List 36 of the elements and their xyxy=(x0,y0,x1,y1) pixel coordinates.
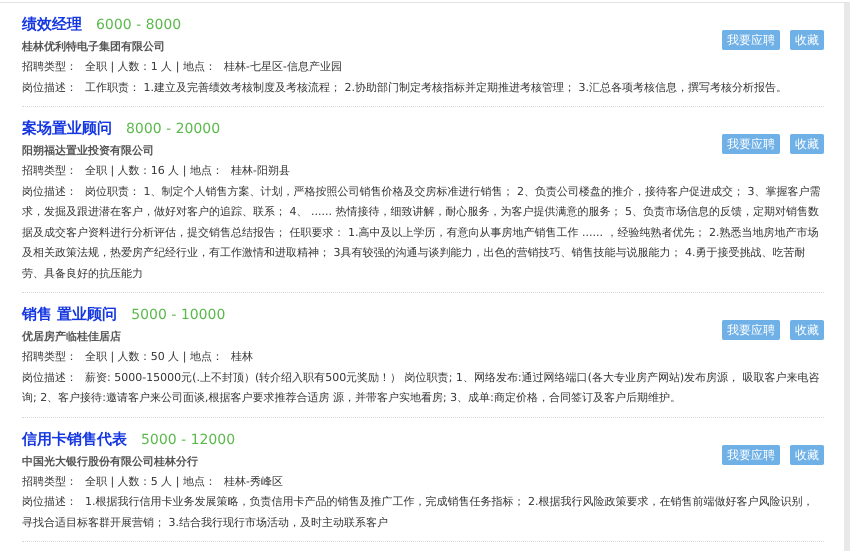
apply-button[interactable]: 我要应聘 xyxy=(722,134,780,154)
save-button[interactable]: 收藏 xyxy=(790,444,824,464)
job-info: 全职 | 人数：16 人 | 地点： xyxy=(85,164,223,177)
salary-range: 5000 - 12000 xyxy=(141,432,236,448)
save-button[interactable]: 收藏 xyxy=(790,30,824,50)
job-description: 岗位描述： 工作职责： 1.建立及完善绩效考核制度及考核流程； 2.协助部门制定考核指标并定期推进考核管理； 3.汇总各项考核信息，撰写考核分析报告。 xyxy=(22,80,788,96)
job-title[interactable]: 销售 置业顾问 xyxy=(22,305,118,324)
company-name: 中国光大银行股份有限公司桂林分行 xyxy=(22,454,199,470)
job-description: 岗位描述： 岗位职责： 1、制定个人销售方案、计划，严格按照公司销售价格及交房标准进行销售； 2、负责公司楼盘的推介，接待客户促进成交； 3、掌握客户需求，发掘及跟进潜在客户，做好对客户的追踪、联系； 4、 ...... 热情接待，细致讲解，耐心服务，为客户提供满意的服务； 5、负责市场信息的反馈，定期对销售数据及成交客户资料进行分析评估，提交销售总结报告； 任职要求： 1.高中及以上学历，有意向从事房地产销售工作 ...... ，经验纯熟者优先； 2.熟悉当地房地产市场及相关政策法规，热爱房产纪经行业，有工作激情和进取精神； 3具有较强的沟通与谈判能力，出色的营销技巧、销售技能与说服能力； 4.勇于接受挑战、吃苦耐劳、具备良好的抗压能力 xyxy=(22,184,822,282)
company-name: 优居房产临桂佳居店 xyxy=(22,329,122,345)
salary-range: 8000 - 20000 xyxy=(126,121,220,137)
type-label: 招聘类型： xyxy=(22,350,77,363)
type-label: 招聘类型： xyxy=(22,60,77,73)
job-description: 岗位描述： 1.根据我行信用卡业务发展策略，负责信用卡产品的销售及推广工作，完成销售任务指标； 2.根据我行风险政策要求，在销售前端做好客户风险识别，寻找合适目标客群开展营销； 3.结合我行现行市场活动，及时主动联系客户 xyxy=(22,494,814,530)
job-info: 全职 | 人数：1 人 | 地点： xyxy=(85,60,216,73)
apply-button[interactable]: 我要应聘 xyxy=(722,320,780,340)
apply-button[interactable]: 我要应聘 xyxy=(722,444,780,464)
save-button[interactable]: 收藏 xyxy=(790,320,824,340)
type-label: 招聘类型： xyxy=(22,164,77,177)
job-info: 全职 | 人数：5 人 | 地点： xyxy=(85,474,216,488)
company-name: 阳朔福达置业投资有限公司 xyxy=(22,143,155,159)
job-description: 岗位描述： 薪资: 5000-15000元(.上不封顶）(转介绍入职有500元奖励！） 岗位职责; 1、网络发布:通过网络端口(各大专业房产网站)发布房源， 吸取客户来电咨询; 2、客户接待:邀请客户来公司面谈,根据客户要求推荐合适房 源，并带客户实地看房; 3、成单:商定价格，合同签订及客户后期维护。 xyxy=(22,370,821,406)
location: 桂林-阳朔县 xyxy=(230,164,290,177)
location: 桂林-秀峰区 xyxy=(224,474,283,488)
job-title[interactable]: 案场置业顾问 xyxy=(22,119,112,138)
job-title[interactable]: 绩效经理 xyxy=(22,15,82,34)
type-label: 招聘类型： xyxy=(22,474,77,488)
salary-range: 5000 - 10000 xyxy=(131,307,226,323)
salary-range: 6000 - 8000 xyxy=(96,17,182,33)
job-title[interactable]: 信用卡销售代表 xyxy=(22,430,127,448)
location: 桂林-七星区-信息产业园 xyxy=(224,60,342,73)
company-name: 桂林优利特电子集团有限公司 xyxy=(22,39,166,55)
job-info: 全职 | 人数：50 人 | 地点： xyxy=(85,350,223,363)
save-button[interactable]: 收藏 xyxy=(790,134,824,154)
apply-button[interactable]: 我要应聘 xyxy=(722,30,780,50)
location: 桂林 xyxy=(230,350,253,363)
